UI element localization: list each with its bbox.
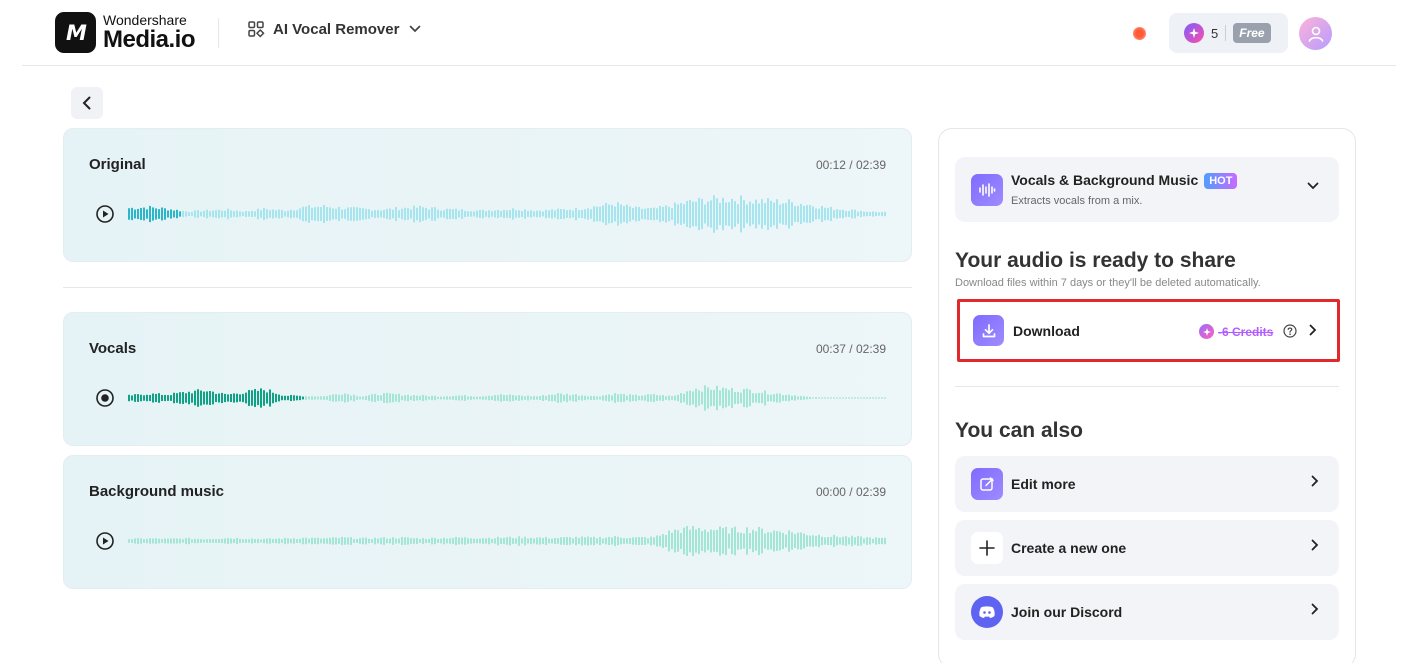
track-time: 00:12 / 02:39 — [815, 158, 886, 172]
pause-icon[interactable] — [95, 388, 115, 408]
action-label: Join our Discord — [1011, 604, 1123, 620]
edit-icon — [971, 468, 1003, 500]
ready-subtitle: Download files within 7 days or they'll … — [955, 277, 1261, 289]
track-title: Background music — [89, 483, 225, 500]
download-button[interactable]: Download -6 Credits — [957, 299, 1340, 362]
logo-mark-icon: M — [55, 12, 96, 53]
header-divider — [22, 65, 1396, 66]
action-label: Create a new one — [1011, 540, 1127, 556]
panel-divider — [955, 386, 1339, 387]
waveform[interactable] — [128, 192, 886, 236]
section-divider — [63, 287, 912, 288]
grid-icon — [248, 21, 265, 38]
also-title: You can also — [955, 419, 1083, 442]
discord-icon — [971, 596, 1003, 628]
audio-wave-icon — [971, 174, 1003, 206]
help-icon[interactable] — [1283, 324, 1297, 338]
download-label: Download — [1013, 323, 1080, 339]
edit-more-button[interactable]: Edit more — [955, 456, 1339, 512]
track-vocals: Vocals 00:37 / 02:39 — [63, 312, 912, 446]
user-icon — [1308, 26, 1323, 42]
result-panel: Vocals & Background Music HOT Extracts vo… — [938, 128, 1356, 663]
hot-badge: HOT — [1204, 173, 1238, 189]
chevron-down-icon — [1307, 182, 1319, 190]
user-avatar[interactable] — [1299, 17, 1332, 50]
logo-brand: Wondershare — [103, 12, 187, 28]
mode-description: Extracts vocals from a mix. — [1011, 195, 1143, 207]
mode-selector[interactable]: Vocals & Background Music HOT Extracts vo… — [955, 157, 1339, 222]
credit-star-icon — [1184, 23, 1204, 43]
plan-badge: Free — [1233, 23, 1271, 43]
track-title: Original — [89, 156, 146, 173]
plus-icon — [971, 532, 1003, 564]
waveform[interactable] — [128, 519, 886, 563]
track-time: 00:37 / 02:39 — [815, 342, 886, 356]
notification-dot[interactable] — [1133, 27, 1146, 40]
action-label: Edit more — [1011, 476, 1076, 492]
track-title: Vocals — [89, 340, 137, 357]
create-new-button[interactable]: Create a new one — [955, 520, 1339, 576]
pill-separator — [1225, 25, 1227, 41]
mode-title: Vocals & Background Music — [1011, 172, 1199, 188]
download-icon — [973, 315, 1004, 346]
app-logo[interactable]: M Wondershare Media.io — [55, 12, 196, 53]
tool-name: AI Vocal Remover — [273, 20, 400, 38]
waveform[interactable] — [128, 376, 886, 420]
tool-selector[interactable]: AI Vocal Remover — [247, 20, 421, 38]
download-credits: -6 Credits — [1218, 325, 1274, 339]
chevron-right-icon — [1311, 603, 1319, 615]
play-icon[interactable] — [95, 531, 115, 551]
chevron-down-icon — [410, 25, 421, 33]
chevron-right-icon — [1311, 539, 1319, 551]
credits-pill[interactable]: 5 Free — [1169, 13, 1288, 53]
track-original: Original 00:12 / 02:39 — [63, 128, 912, 262]
credits-count: 5 — [1211, 25, 1219, 41]
chevron-right-icon — [1309, 324, 1317, 336]
top-header: M Wondershare Media.io AI Vocal Remover … — [0, 0, 1408, 66]
track-background-music: Background music 00:00 / 02:39 — [63, 455, 912, 589]
ready-title: Your audio is ready to share — [955, 249, 1236, 272]
join-discord-button[interactable]: Join our Discord — [955, 584, 1339, 640]
credit-star-icon — [1199, 324, 1214, 339]
chevron-right-icon — [1311, 475, 1319, 487]
back-button[interactable] — [71, 87, 103, 119]
track-time: 00:00 / 02:39 — [815, 485, 886, 499]
chevron-left-icon — [82, 96, 91, 110]
logo-product: Media.io — [103, 26, 196, 53]
play-icon[interactable] — [95, 204, 115, 224]
header-separator — [218, 18, 219, 48]
